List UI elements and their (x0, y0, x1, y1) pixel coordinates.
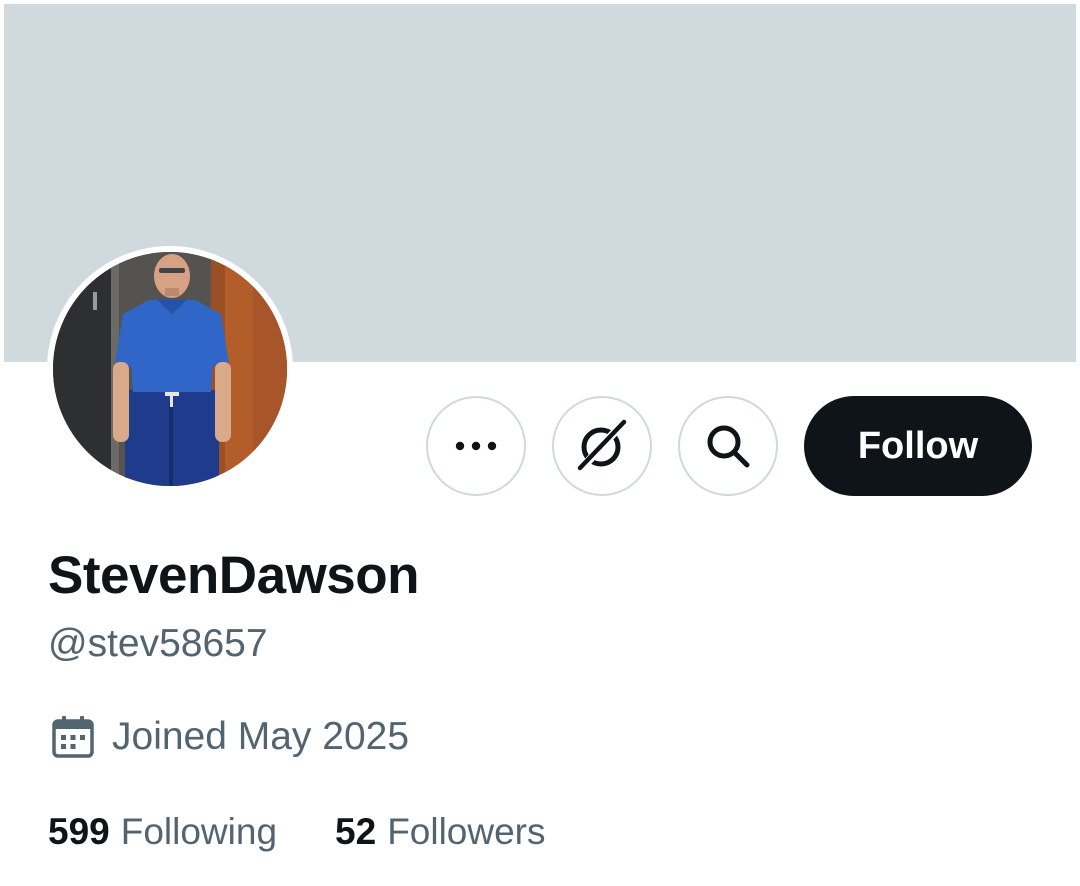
more-horizontal-icon (455, 441, 497, 451)
join-date: Joined May 2025 (50, 712, 409, 762)
more-button[interactable] (426, 396, 526, 496)
follow-stats: 599 Following 52 Followers (48, 806, 546, 858)
followers-label: Followers (387, 811, 546, 852)
grok-button[interactable] (552, 396, 652, 496)
search-button[interactable] (678, 396, 778, 496)
avatar-photo (53, 252, 287, 486)
following-count: 599 (48, 811, 110, 852)
calendar-icon (52, 716, 94, 758)
following-label: Following (120, 811, 278, 852)
display-name: StevenDawson (48, 546, 420, 605)
join-date-text: Joined May 2025 (112, 715, 410, 758)
followers-link[interactable]: 52 Followers (335, 811, 545, 853)
followers-count: 52 (335, 811, 377, 852)
user-handle: @stev58657 (48, 622, 268, 665)
following-link[interactable]: 599 Following (48, 811, 277, 853)
search-icon (707, 425, 750, 468)
follow-button[interactable]: Follow (804, 396, 1032, 496)
grok-icon (577, 419, 627, 472)
avatar[interactable] (47, 246, 293, 492)
